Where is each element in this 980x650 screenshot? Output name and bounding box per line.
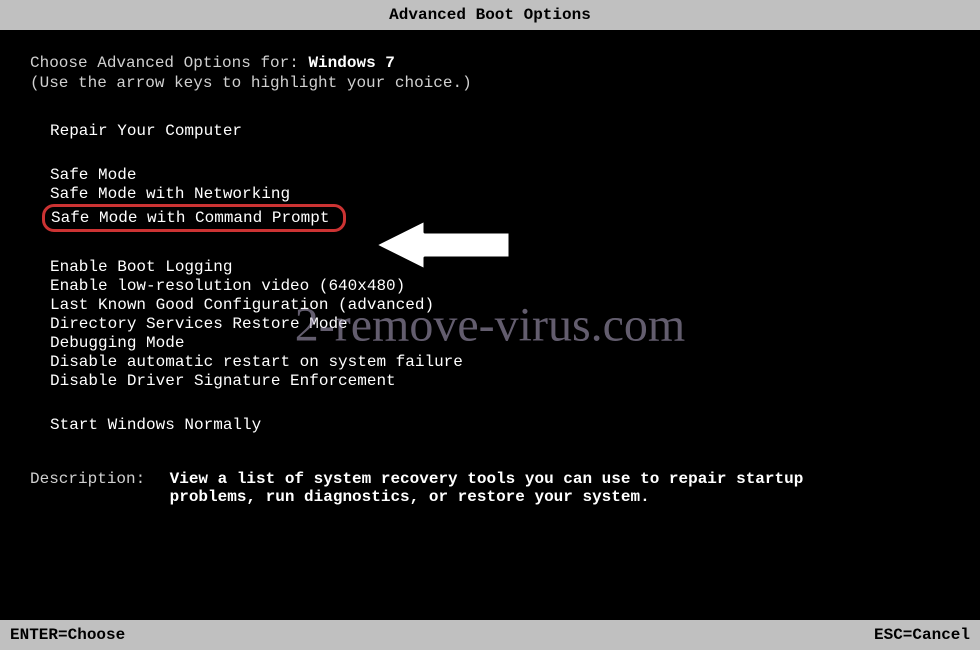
footer-bar: ENTER=Choose ESC=Cancel	[0, 620, 980, 650]
choose-line: Choose Advanced Options for: Windows 7	[30, 54, 950, 72]
hint-line: (Use the arrow keys to highlight your ch…	[30, 74, 950, 92]
menu-item-start-windows-normally[interactable]: Start Windows Normally	[50, 416, 950, 434]
menu-item-disable-auto-restart[interactable]: Disable automatic restart on system fail…	[50, 353, 950, 371]
menu-item-last-known-good[interactable]: Last Known Good Configuration (advanced)	[50, 296, 950, 314]
menu-item-disable-driver-sig[interactable]: Disable Driver Signature Enforcement	[50, 372, 950, 390]
menu-item-safe-mode-networking[interactable]: Safe Mode with Networking	[50, 185, 950, 203]
description-text: View a list of system recovery tools you…	[170, 470, 870, 506]
choose-label: Choose Advanced Options for:	[30, 54, 299, 72]
menu-group-repair: Repair Your Computer	[50, 122, 950, 140]
description-block: Description: View a list of system recov…	[30, 470, 950, 506]
title-bar: Advanced Boot Options	[0, 0, 980, 30]
footer-enter: ENTER=Choose	[10, 626, 125, 644]
menu-item-debugging-mode[interactable]: Debugging Mode	[50, 334, 950, 352]
page-title: Advanced Boot Options	[389, 6, 591, 24]
description-label: Description:	[30, 470, 160, 488]
menu-item-repair-your-computer[interactable]: Repair Your Computer	[50, 122, 950, 140]
os-name: Windows 7	[308, 54, 394, 72]
menu-group-normal: Start Windows Normally	[50, 416, 950, 434]
footer-esc: ESC=Cancel	[874, 626, 970, 644]
highlight-ring: Safe Mode with Command Prompt	[42, 204, 346, 232]
menu-item-directory-services-restore[interactable]: Directory Services Restore Mode	[50, 315, 950, 333]
callout-arrow-icon	[370, 210, 520, 285]
menu-item-safe-mode[interactable]: Safe Mode	[50, 166, 950, 184]
